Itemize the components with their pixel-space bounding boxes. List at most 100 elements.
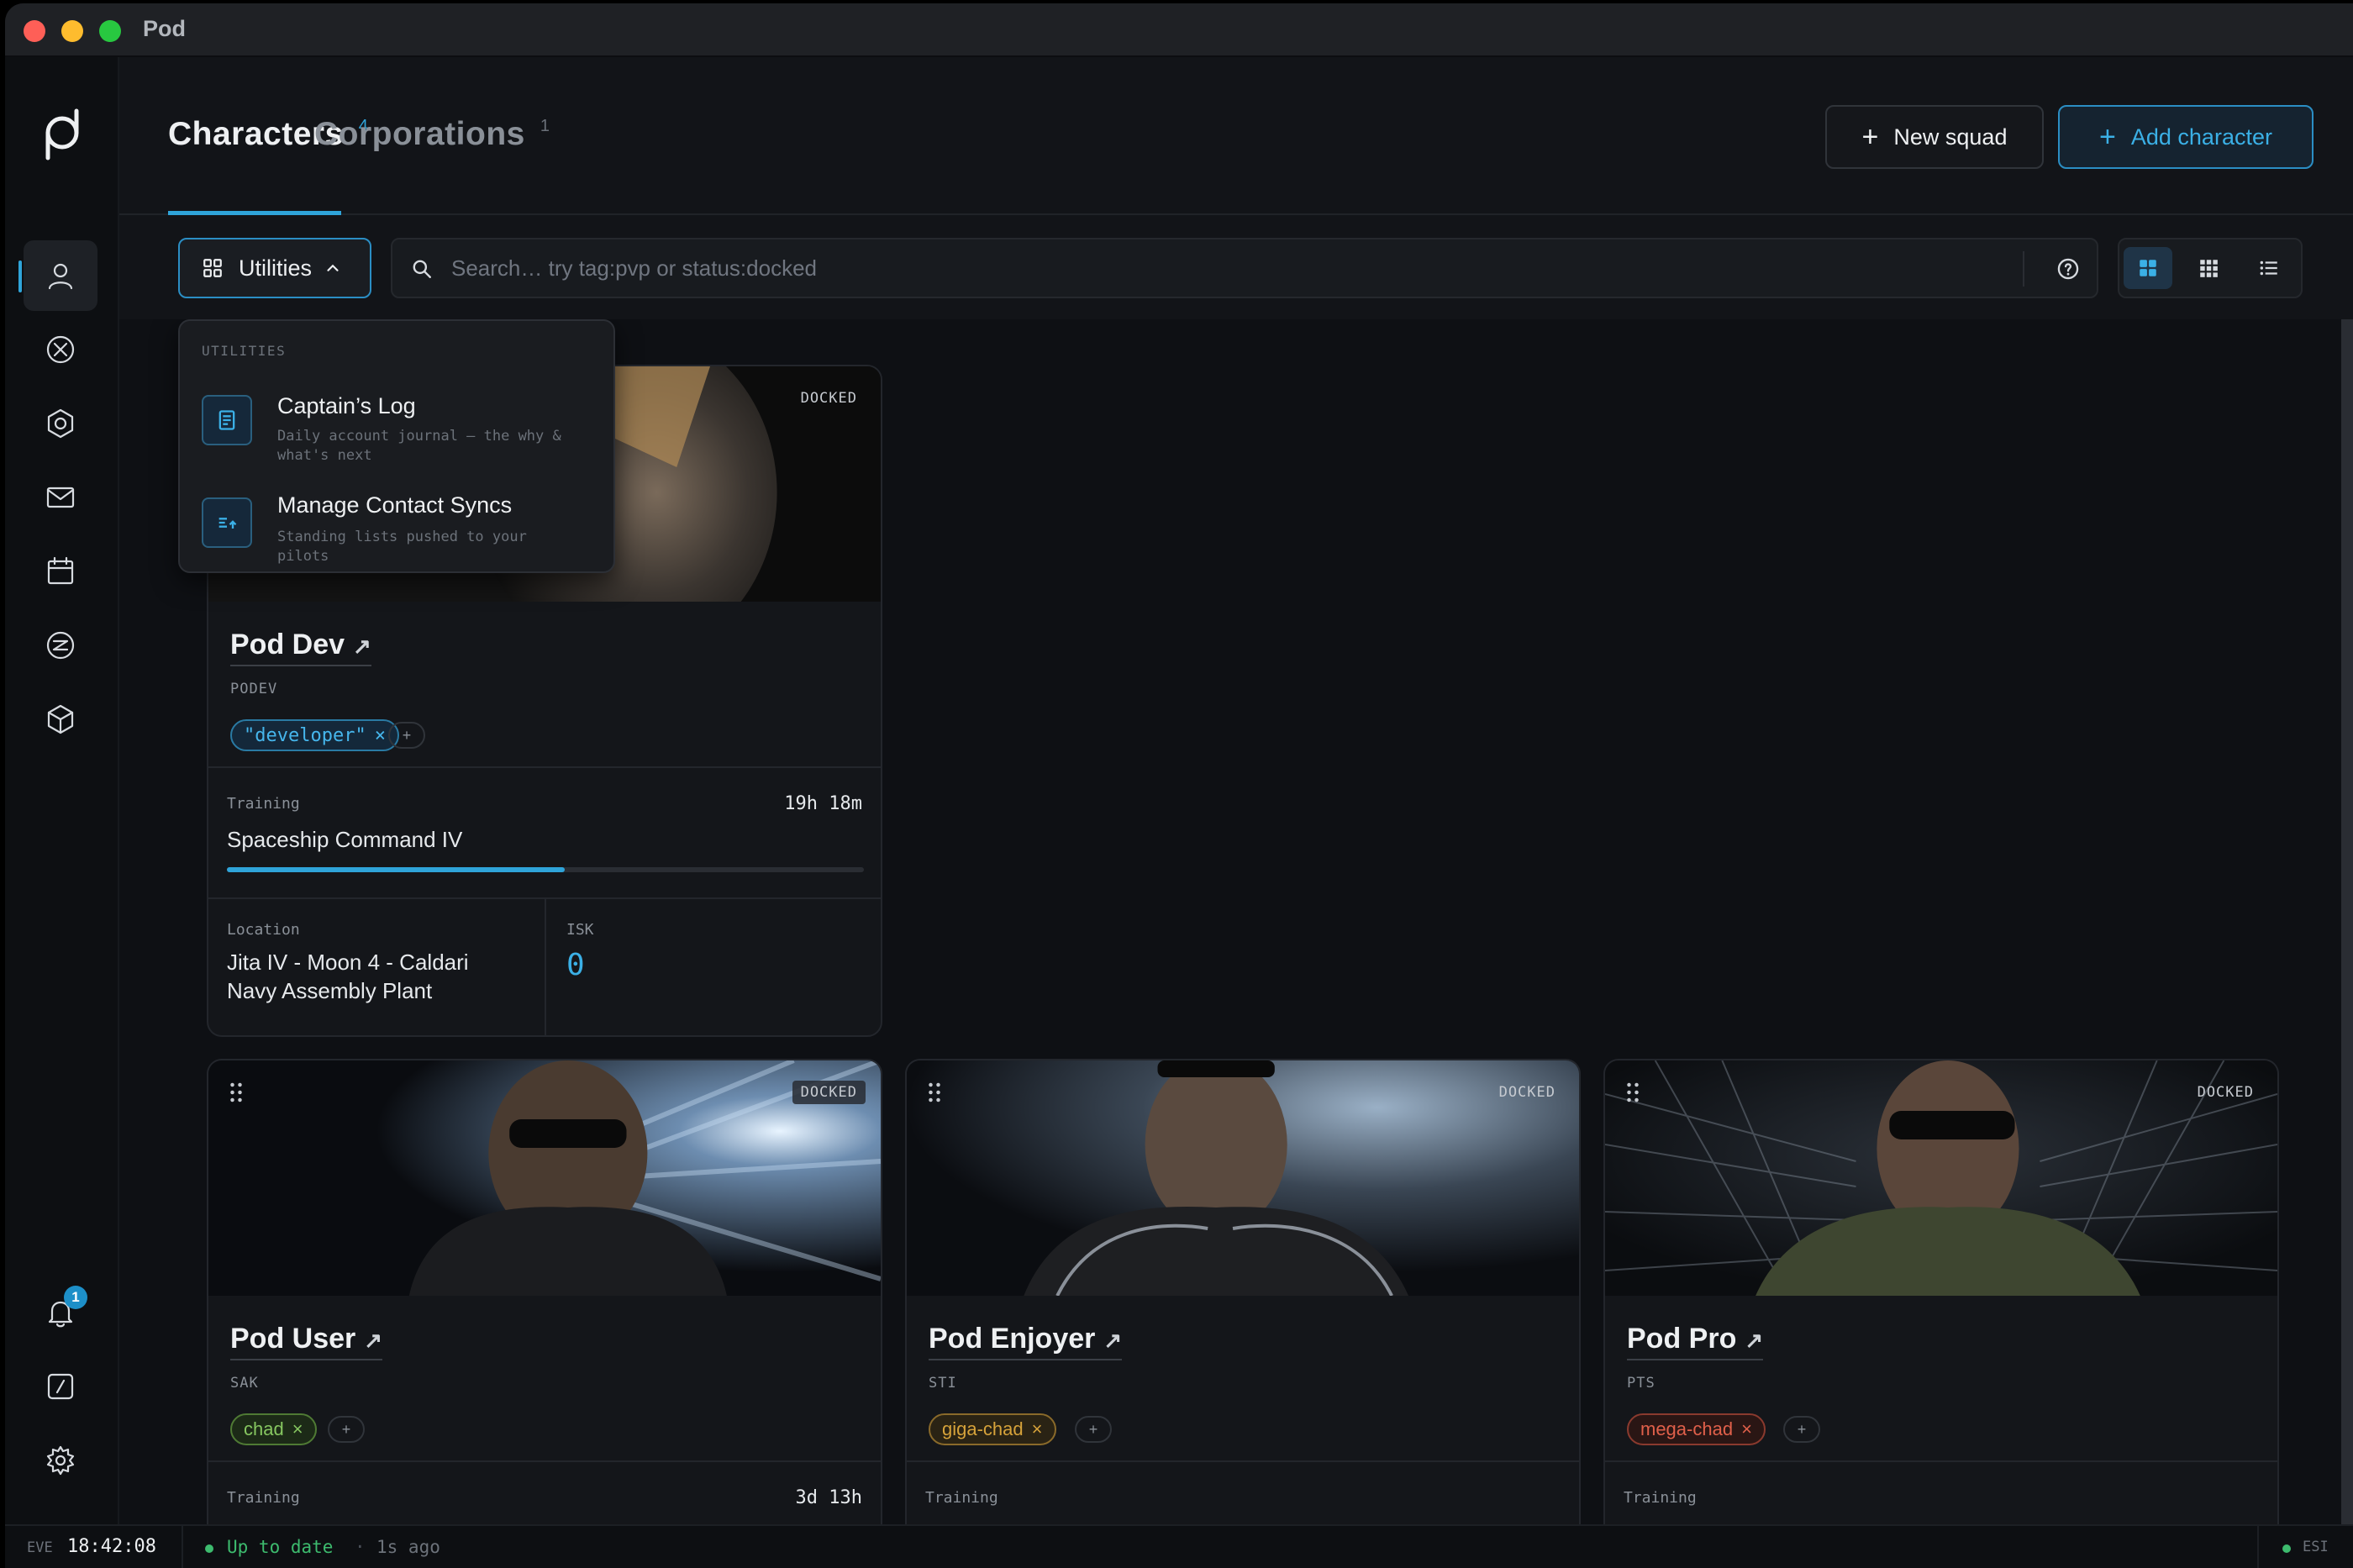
tab-label: Corporations [314,116,525,152]
sidebar-item-mail[interactable] [24,462,97,533]
chevron-up-icon [327,264,339,271]
character-portrait: DOCKED [208,1060,881,1296]
divider [907,1460,1579,1462]
status-badge: DOCKED [1498,1084,1556,1101]
tab-count: 1 [540,117,550,135]
separator-dot: · [355,1537,366,1557]
status-separator [182,1526,183,1568]
sidebar-item-assets[interactable] [24,388,97,459]
status-badge: DOCKED [2197,1084,2254,1101]
corp-ticker: STI [929,1375,957,1392]
add-character-button[interactable]: + Add character [2058,105,2314,169]
plus-icon: + [2099,120,2116,153]
drag-handle[interactable] [1625,1081,1640,1104]
close-window-button[interactable] [24,20,45,42]
character-name-link[interactable]: Pod User ↗ [230,1323,383,1360]
add-tag-button[interactable]: + [1783,1416,1820,1443]
training-label: Training [925,1489,998,1507]
location-value: Jita IV - Moon 4 - Caldari Navy Assembly… [227,950,469,1003]
utilities-label: Utilities [239,255,313,281]
status-badge: DOCKED [800,390,857,407]
user-icon [48,263,73,290]
minimize-window-button[interactable] [61,20,83,42]
tag-remove-icon[interactable]: × [1032,1418,1043,1440]
new-squad-button[interactable]: + New squad [1825,105,2044,169]
status-bar: EVE 18:42:08 Up to date · 1s ago ESI [5,1524,2353,1568]
grid-icon [203,259,222,277]
sidebar-item-calendar[interactable] [24,536,97,607]
sync-status: Up to date [227,1537,334,1557]
app-logo[interactable] [39,108,86,161]
divider [208,1460,881,1462]
large-grid-icon [2140,260,2156,276]
maximize-window-button[interactable] [99,20,121,42]
divider [1605,1460,2277,1462]
small-grid-icon [2200,260,2218,277]
sidebar-item-notifications[interactable]: 1 [24,1277,97,1348]
sync-icon [202,497,252,548]
menu-item-contact-syncs[interactable]: Manage Contact Syncs Standing lists push… [188,479,605,573]
character-name-link[interactable]: Pod Enjoyer ↗ [929,1323,1123,1360]
training-label: Training [1624,1489,1697,1507]
external-link-icon: ↗ [1745,1328,1764,1353]
esi-label: ESI [2303,1539,2329,1555]
menu-item-captains-log[interactable]: Captain’s Log Daily account journal — th… [188,376,605,471]
tag-remove-icon[interactable]: × [292,1418,303,1440]
sidebar-item-items[interactable] [24,684,97,755]
hexagon-icon [47,408,74,439]
character-card[interactable]: DOCKED Pod User ↗ SAK chad × + Training 3d… [207,1059,882,1524]
training-label: Training [227,1489,300,1507]
menu-item-title: Manage Contact Syncs [277,492,513,518]
cube-icon [47,704,74,734]
utilities-menu: UTILITIES Captain’s Log Daily account jo… [178,319,615,573]
tag-chip[interactable]: "developer" × [230,719,399,751]
corp-ticker: PTS [1627,1375,1656,1392]
mail-icon [46,487,75,508]
character-name: Pod User [230,1323,356,1355]
tag-remove-icon[interactable]: × [1741,1418,1752,1440]
character-name-link[interactable]: Pod Dev ↗ [230,629,371,666]
tag-chip[interactable]: mega-chad × [1627,1413,1766,1445]
view-list-button[interactable] [2245,247,2293,289]
add-tag-button[interactable]: + [1075,1416,1112,1443]
sidebar-item-console[interactable] [24,1351,97,1422]
log-icon [202,395,252,445]
characters-grid: DOCKED Pod Dev ↗ PODEV "developer" × + Tra… [119,319,2353,1524]
view-small-grid-button[interactable] [2184,247,2233,289]
location-label: Location [227,921,300,939]
sidebar-item-characters[interactable] [18,240,97,311]
gear-icon [46,1445,75,1476]
list-icon [2260,260,2277,276]
drag-handle[interactable] [927,1081,942,1104]
tag-remove-icon[interactable]: × [375,725,386,746]
character-name-link[interactable]: Pod Pro ↗ [1627,1323,1764,1360]
divider [208,766,881,768]
training-time: 3d 13h [795,1487,862,1508]
calendar-icon [47,556,74,585]
terminal-icon [47,1373,74,1400]
tag-chip[interactable]: giga-chad × [929,1413,1056,1445]
sidebar-item-skills[interactable] [24,610,97,681]
drag-handle[interactable] [229,1081,244,1104]
isk-value: 0 [566,948,585,982]
search-input[interactable] [451,251,1964,285]
tab-corporations[interactable]: Corporations 1 [314,116,550,153]
character-portrait: DOCKED [1605,1060,2277,1296]
add-tag-button[interactable]: + [388,722,425,749]
menu-item-description: Standing lists pushed to your pilots [277,529,527,565]
sidebar-item-settings[interactable] [24,1425,97,1496]
view-large-grid-button[interactable] [2124,247,2172,289]
sidebar-item-combat[interactable] [24,314,97,385]
sidebar: 1 [5,57,119,1524]
character-card[interactable]: DOCKED Pod Enjoyer ↗ STI giga-chad × + Tra… [905,1059,1581,1524]
training-time: 19h 18m [784,793,862,814]
character-card[interactable]: DOCKED Pod Pro ↗ PTS mega-chad × + Trainin… [1603,1059,2279,1524]
utilities-dropdown-button[interactable]: Utilities [178,238,371,298]
help-icon[interactable] [2056,257,2080,281]
add-tag-button[interactable]: + [328,1416,365,1443]
menu-item-description: Daily account journal — the why & what's… [277,428,561,464]
skill-icon [46,631,75,660]
tag-chip[interactable]: chad × [230,1413,317,1445]
scrollbar[interactable] [2341,319,2353,1524]
toolbar: Utilities [119,215,2353,319]
